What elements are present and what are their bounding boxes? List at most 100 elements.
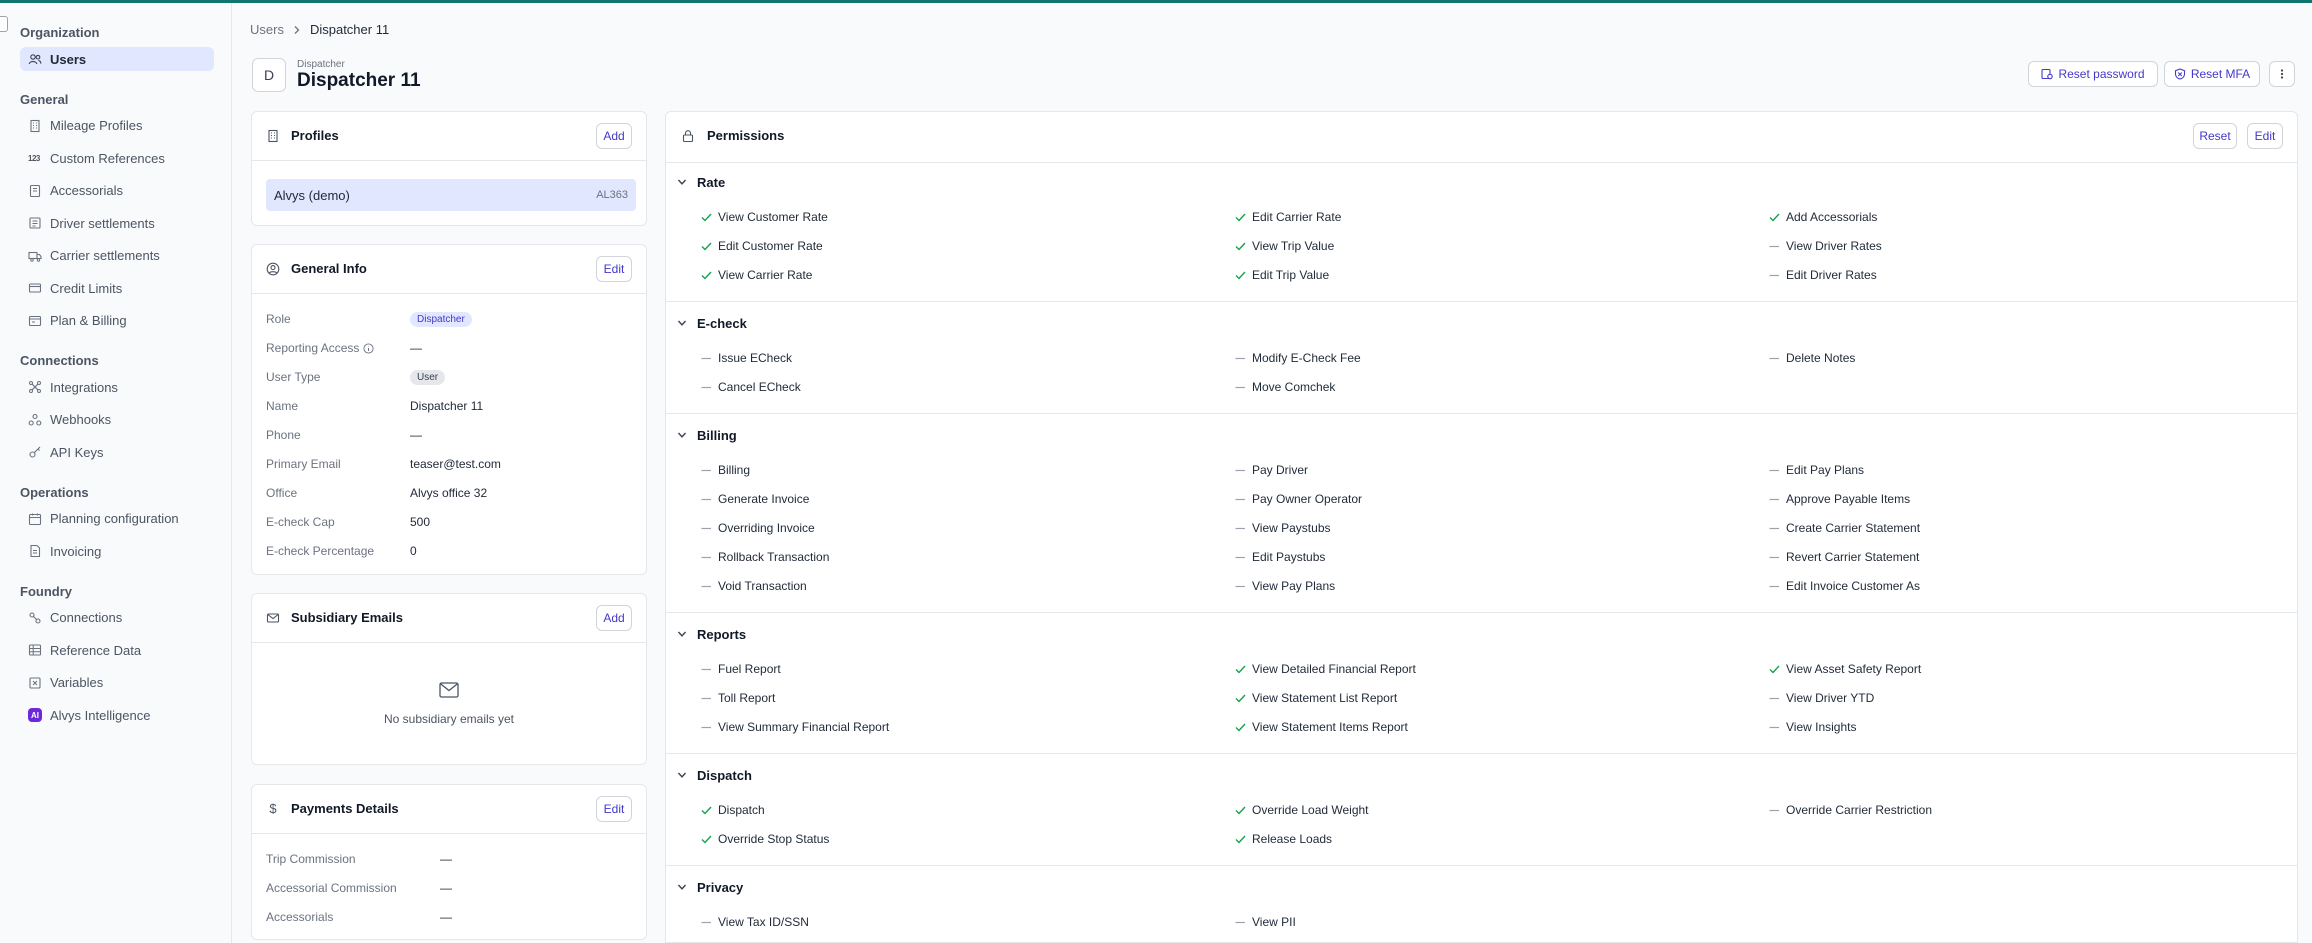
check-icon <box>701 242 712 251</box>
permission-label: Edit Pay Plans <box>1786 463 1865 477</box>
permission-item: Revert Carrier Statement <box>1768 548 1919 566</box>
subsidiary-emails-card: Subsidiary Emails Add No subsidiary emai… <box>251 593 647 765</box>
dash-icon <box>701 357 711 359</box>
check-icon <box>1235 271 1246 280</box>
permission-label: Move Comchek <box>1252 380 1336 394</box>
info-value: Dispatcher 11 <box>410 399 484 413</box>
dash-icon <box>1235 469 1245 471</box>
sidebar-item-custom-references[interactable]: 123 Custom References <box>20 146 214 170</box>
sidebar-heading-organization: Organization <box>20 25 100 40</box>
permission-item: Edit Customer Rate <box>700 237 823 255</box>
edit-payments-button[interactable]: Edit <box>596 796 632 822</box>
sidebar-item-users[interactable]: Users <box>20 47 214 71</box>
sidebar-item-label: Integrations <box>50 379 118 395</box>
permission-label: Modify E-Check Fee <box>1252 351 1361 365</box>
sidebar-item-driver-settlements[interactable]: Driver settlements <box>20 211 214 235</box>
edit-permissions-button[interactable]: Edit <box>2247 123 2283 149</box>
sidebar-item-credit-limits[interactable]: Credit Limits <box>20 276 214 300</box>
sidebar-item-alvys-intelligence[interactable]: AI Alvys Intelligence <box>20 703 214 727</box>
sidebar-item-label: Plan & Billing <box>50 313 127 328</box>
edit-general-info-button[interactable]: Edit <box>596 256 632 282</box>
permission-item: View Pay Plans <box>1234 577 1335 595</box>
user-type-badge: User <box>410 369 446 385</box>
info-label: Accessorial Commission <box>266 881 397 895</box>
permission-section-reports[interactable]: Reports <box>666 624 2297 644</box>
variables-icon <box>29 676 41 689</box>
sidebar-item-label: Carrier settlements <box>50 248 160 263</box>
permission-section-title: Billing <box>697 427 737 443</box>
info-value: 0 <box>410 544 417 558</box>
invoice-icon <box>30 544 41 558</box>
permission-label: Void Transaction <box>718 579 807 593</box>
permission-section-privacy[interactable]: Privacy <box>666 877 2297 897</box>
permission-section-billing[interactable]: Billing <box>666 425 2297 445</box>
sidebar-item-integrations[interactable]: Integrations <box>20 375 214 399</box>
reset-mfa-button[interactable]: Reset MFA <box>2164 61 2260 87</box>
permission-item: View PII <box>1234 913 1296 931</box>
list-item[interactable]: Alvys (demo) AL363 <box>266 179 636 211</box>
dash-icon <box>1769 585 1779 587</box>
sidebar-item-label: Reference Data <box>50 642 142 658</box>
info-row: Trip Commission — <box>266 849 646 869</box>
users-icon <box>28 54 42 65</box>
general-info-title: General Info <box>291 261 367 276</box>
sidebar-item-mileage-profiles[interactable]: Mileage Profiles <box>20 114 214 138</box>
sidebar-item-webhooks[interactable]: Webhooks <box>20 408 214 432</box>
permission-item: View Carrier Rate <box>700 266 812 284</box>
dash-icon <box>1769 809 1779 811</box>
permission-section-dispatch[interactable]: Dispatch <box>666 765 2297 785</box>
sidebar-heading-operations: Operations <box>20 484 89 500</box>
info-label: E-check Percentage <box>266 544 375 558</box>
mail-empty-icon <box>439 682 459 698</box>
sidebar-item-reference-data[interactable]: Reference Data <box>20 638 214 662</box>
permission-item: Override Stop Status <box>700 830 829 848</box>
breadcrumb-users-link[interactable]: Users <box>250 22 284 37</box>
permission-label: Release Loads <box>1252 832 1333 846</box>
building-icon <box>30 119 40 132</box>
info-row: Office Alvys office 32 <box>266 483 646 503</box>
connections-icon <box>29 611 41 624</box>
check-icon <box>1235 665 1246 674</box>
permission-item: Pay Owner Operator <box>1234 490 1362 508</box>
lock-icon <box>682 130 694 143</box>
permission-item: Toll Report <box>700 689 775 707</box>
info-row: Role Dispatcher <box>266 309 646 329</box>
sidebar-item-connections[interactable]: Connections <box>20 606 214 630</box>
info-value: — <box>440 881 452 895</box>
permission-label: View Trip Value <box>1252 239 1335 253</box>
permission-item: Override Carrier Restriction <box>1768 801 1932 819</box>
sidebar-item-label: Accessorials <box>50 183 123 198</box>
sidebar-item-invoicing[interactable]: Invoicing <box>20 539 214 563</box>
permission-item: View Paystubs <box>1234 519 1331 537</box>
info-icon <box>363 342 374 354</box>
dash-icon <box>1235 921 1245 923</box>
dash-icon <box>1769 274 1779 276</box>
permission-label: Overriding Invoice <box>718 521 815 535</box>
permission-item: View Detailed Financial Report <box>1234 660 1416 678</box>
webhook-icon <box>28 413 42 426</box>
add-subsidiary-email-button[interactable]: Add <box>596 605 632 631</box>
reset-permissions-button[interactable]: Reset <box>2193 123 2237 149</box>
info-row: Accessorials — <box>266 907 646 927</box>
subsidiary-emails-card-header: Subsidiary Emails Add <box>252 594 646 643</box>
reset-password-button[interactable]: Reset password <box>2028 61 2158 87</box>
sidebar-toggle-handle[interactable] <box>0 16 8 32</box>
sidebar-item-carrier-settlements[interactable]: Carrier settlements <box>20 244 214 268</box>
sidebar-item-api-keys[interactable]: API Keys <box>20 440 214 464</box>
permission-section-e-check[interactable]: E-check <box>666 313 2297 333</box>
sidebar-item-variables[interactable]: Variables <box>20 671 214 695</box>
sidebar-item-accessorials[interactable]: Accessorials <box>20 179 214 203</box>
permission-label: View Tax ID/SSN <box>718 915 809 929</box>
permission-section-rate[interactable]: Rate <box>666 172 2297 192</box>
sidebar-item-label: Alvys Intelligence <box>50 707 151 723</box>
dash-icon <box>1235 386 1245 388</box>
permission-section-divider <box>666 865 2297 866</box>
dash-icon <box>701 697 711 699</box>
sidebar-item-planning-configuration[interactable]: Planning configuration <box>20 507 214 531</box>
page-title: Dispatcher 11 <box>297 70 421 91</box>
sidebar-item-plan-billing[interactable]: Plan & Billing <box>20 309 214 333</box>
add-profile-button[interactable]: Add <box>596 123 632 149</box>
credit-card-icon <box>28 283 42 293</box>
more-actions-button[interactable] <box>2269 61 2295 87</box>
dash-icon <box>1235 585 1245 587</box>
